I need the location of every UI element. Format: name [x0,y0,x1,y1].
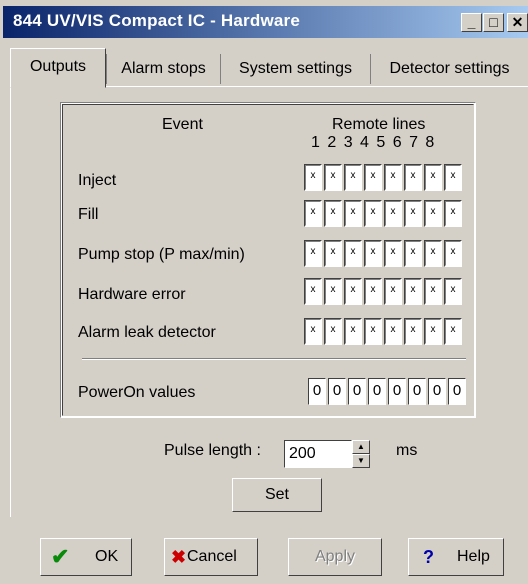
apply-button[interactable]: Apply [288,538,382,576]
checkmark-icon: ✔ [51,544,70,569]
tab-alarm-stops[interactable]: Alarm stops [106,54,220,84]
tab-outputs[interactable]: Outputs [10,48,106,88]
remote-line-checkbox[interactable]: x [324,240,342,267]
remote-line-checkbox[interactable]: x [344,240,362,267]
remote-line-checkbox[interactable]: x [444,240,462,267]
poweron-value-field[interactable]: 0 [328,378,346,405]
remote-lines-header: Remote lines [332,116,426,133]
help-question-icon: ? [423,547,434,567]
hardware-dialog: 844 UV/VIS Compact IC - Hardware _ □ ✕ O… [0,0,528,584]
remote-line-checkbox[interactable]: x [324,278,342,305]
set-button[interactable]: Set [232,478,322,512]
remote-line-checkbox[interactable]: x [344,318,362,345]
help-label: Help [457,548,490,565]
remote-line-checkbox[interactable]: x [404,164,422,191]
spin-up-icon: ▲ [357,442,365,451]
remote-line-checkbox[interactable]: x [404,278,422,305]
remote-line-checkbox[interactable]: x [424,278,442,305]
remote-line-checkbox[interactable]: x [364,278,382,305]
event-label-fill: Fill [78,206,99,223]
poweron-value-field[interactable]: 0 [368,378,386,405]
remote-line-checkbox[interactable]: x [304,200,322,227]
poweron-value-field[interactable]: 0 [388,378,406,405]
maximize-icon: □ [489,14,498,30]
event-label-hardware-error: Hardware error [78,286,186,303]
title-bar[interactable]: 844 UV/VIS Compact IC - Hardware _ □ ✕ [3,6,528,38]
remote-line-checkbox[interactable]: x [304,278,322,305]
remote-line-checkbox[interactable]: x [304,318,322,345]
remote-line-checkbox[interactable]: x [384,278,402,305]
poweron-label: PowerOn values [78,384,196,401]
remote-line-checkbox[interactable]: x [444,200,462,227]
event-label-inject: Inject [78,172,117,189]
spin-up-button[interactable]: ▲ [352,440,370,454]
poweron-value-field[interactable]: 0 [308,378,326,405]
remote-line-checkbox[interactable]: x [324,164,342,191]
close-icon: ✕ [511,14,524,30]
remote-line-checkbox[interactable]: x [444,164,462,191]
poweron-value-field[interactable]: 0 [348,378,366,405]
remote-line-checkbox[interactable]: x [364,318,382,345]
tab-system-settings[interactable]: System settings [220,54,370,84]
pulse-length-label: Pulse length : [164,442,261,459]
remote-line-checkbox[interactable]: x [404,240,422,267]
event-label-pump-stop: Pump stop (P max/min) [78,246,245,263]
window-title: 844 UV/VIS Compact IC - Hardware [13,11,300,30]
pulse-length-spinner: ▲ ▼ [352,440,370,468]
minimize-button[interactable]: _ [461,13,482,32]
remote-line-checkbox[interactable]: x [384,164,402,191]
button-bar: ✔ OK ✖ Cancel Apply ? Help [0,530,528,584]
remote-line-checkbox[interactable]: x [324,200,342,227]
spin-down-icon: ▼ [357,456,365,465]
cancel-button[interactable]: ✖ Cancel [164,538,258,576]
event-header: Event [162,116,203,133]
remote-line-checkbox[interactable]: x [384,240,402,267]
poweron-value-field[interactable]: 0 [428,378,446,405]
remote-line-checkbox[interactable]: x [404,318,422,345]
remote-line-checkbox[interactable]: x [424,200,442,227]
cancel-label: Cancel [187,548,237,565]
event-label-alarm-leak: Alarm leak detector [78,324,216,341]
help-button[interactable]: ? Help [408,538,504,576]
remote-line-checkbox[interactable]: x [304,164,322,191]
remote-line-checkbox[interactable]: x [424,240,442,267]
minimize-icon: _ [467,14,476,30]
pulse-length-unit: ms [396,442,418,459]
remote-line-checkbox[interactable]: x [384,200,402,227]
maximize-button[interactable]: □ [483,13,504,32]
remote-line-checkbox[interactable]: x [444,278,462,305]
pulse-length-input[interactable]: 200 [284,440,352,468]
remote-line-checkbox[interactable]: x [444,318,462,345]
spin-down-button[interactable]: ▼ [352,454,370,468]
remote-line-checkbox[interactable]: x [344,200,362,227]
remote-line-checkbox[interactable]: x [344,164,362,191]
divider [82,358,466,360]
ok-label: OK [95,548,119,565]
tab-strip: Outputs Alarm stops System settings Dete… [0,44,528,88]
remote-line-checkbox[interactable]: x [364,200,382,227]
remote-line-checkbox[interactable]: x [384,318,402,345]
poweron-value-field[interactable]: 0 [448,378,466,405]
cancel-x-icon: ✖ [171,547,187,567]
close-button[interactable]: ✕ [507,13,528,32]
ok-button[interactable]: ✔ OK [40,538,132,576]
remote-line-checkbox[interactable]: x [404,200,422,227]
poweron-value-field[interactable]: 0 [408,378,426,405]
remote-line-checkbox[interactable]: x [364,164,382,191]
remote-line-checkbox[interactable]: x [424,318,442,345]
remote-line-checkbox[interactable]: x [304,240,322,267]
remote-line-checkbox[interactable]: x [344,278,362,305]
remote-line-checkbox[interactable]: x [324,318,342,345]
tab-detector-settings[interactable]: Detector settings [370,54,528,84]
line-numbers: 1 2 3 4 5 6 7 8 [311,134,435,151]
remote-line-checkbox[interactable]: x [364,240,382,267]
remote-line-checkbox[interactable]: x [424,164,442,191]
